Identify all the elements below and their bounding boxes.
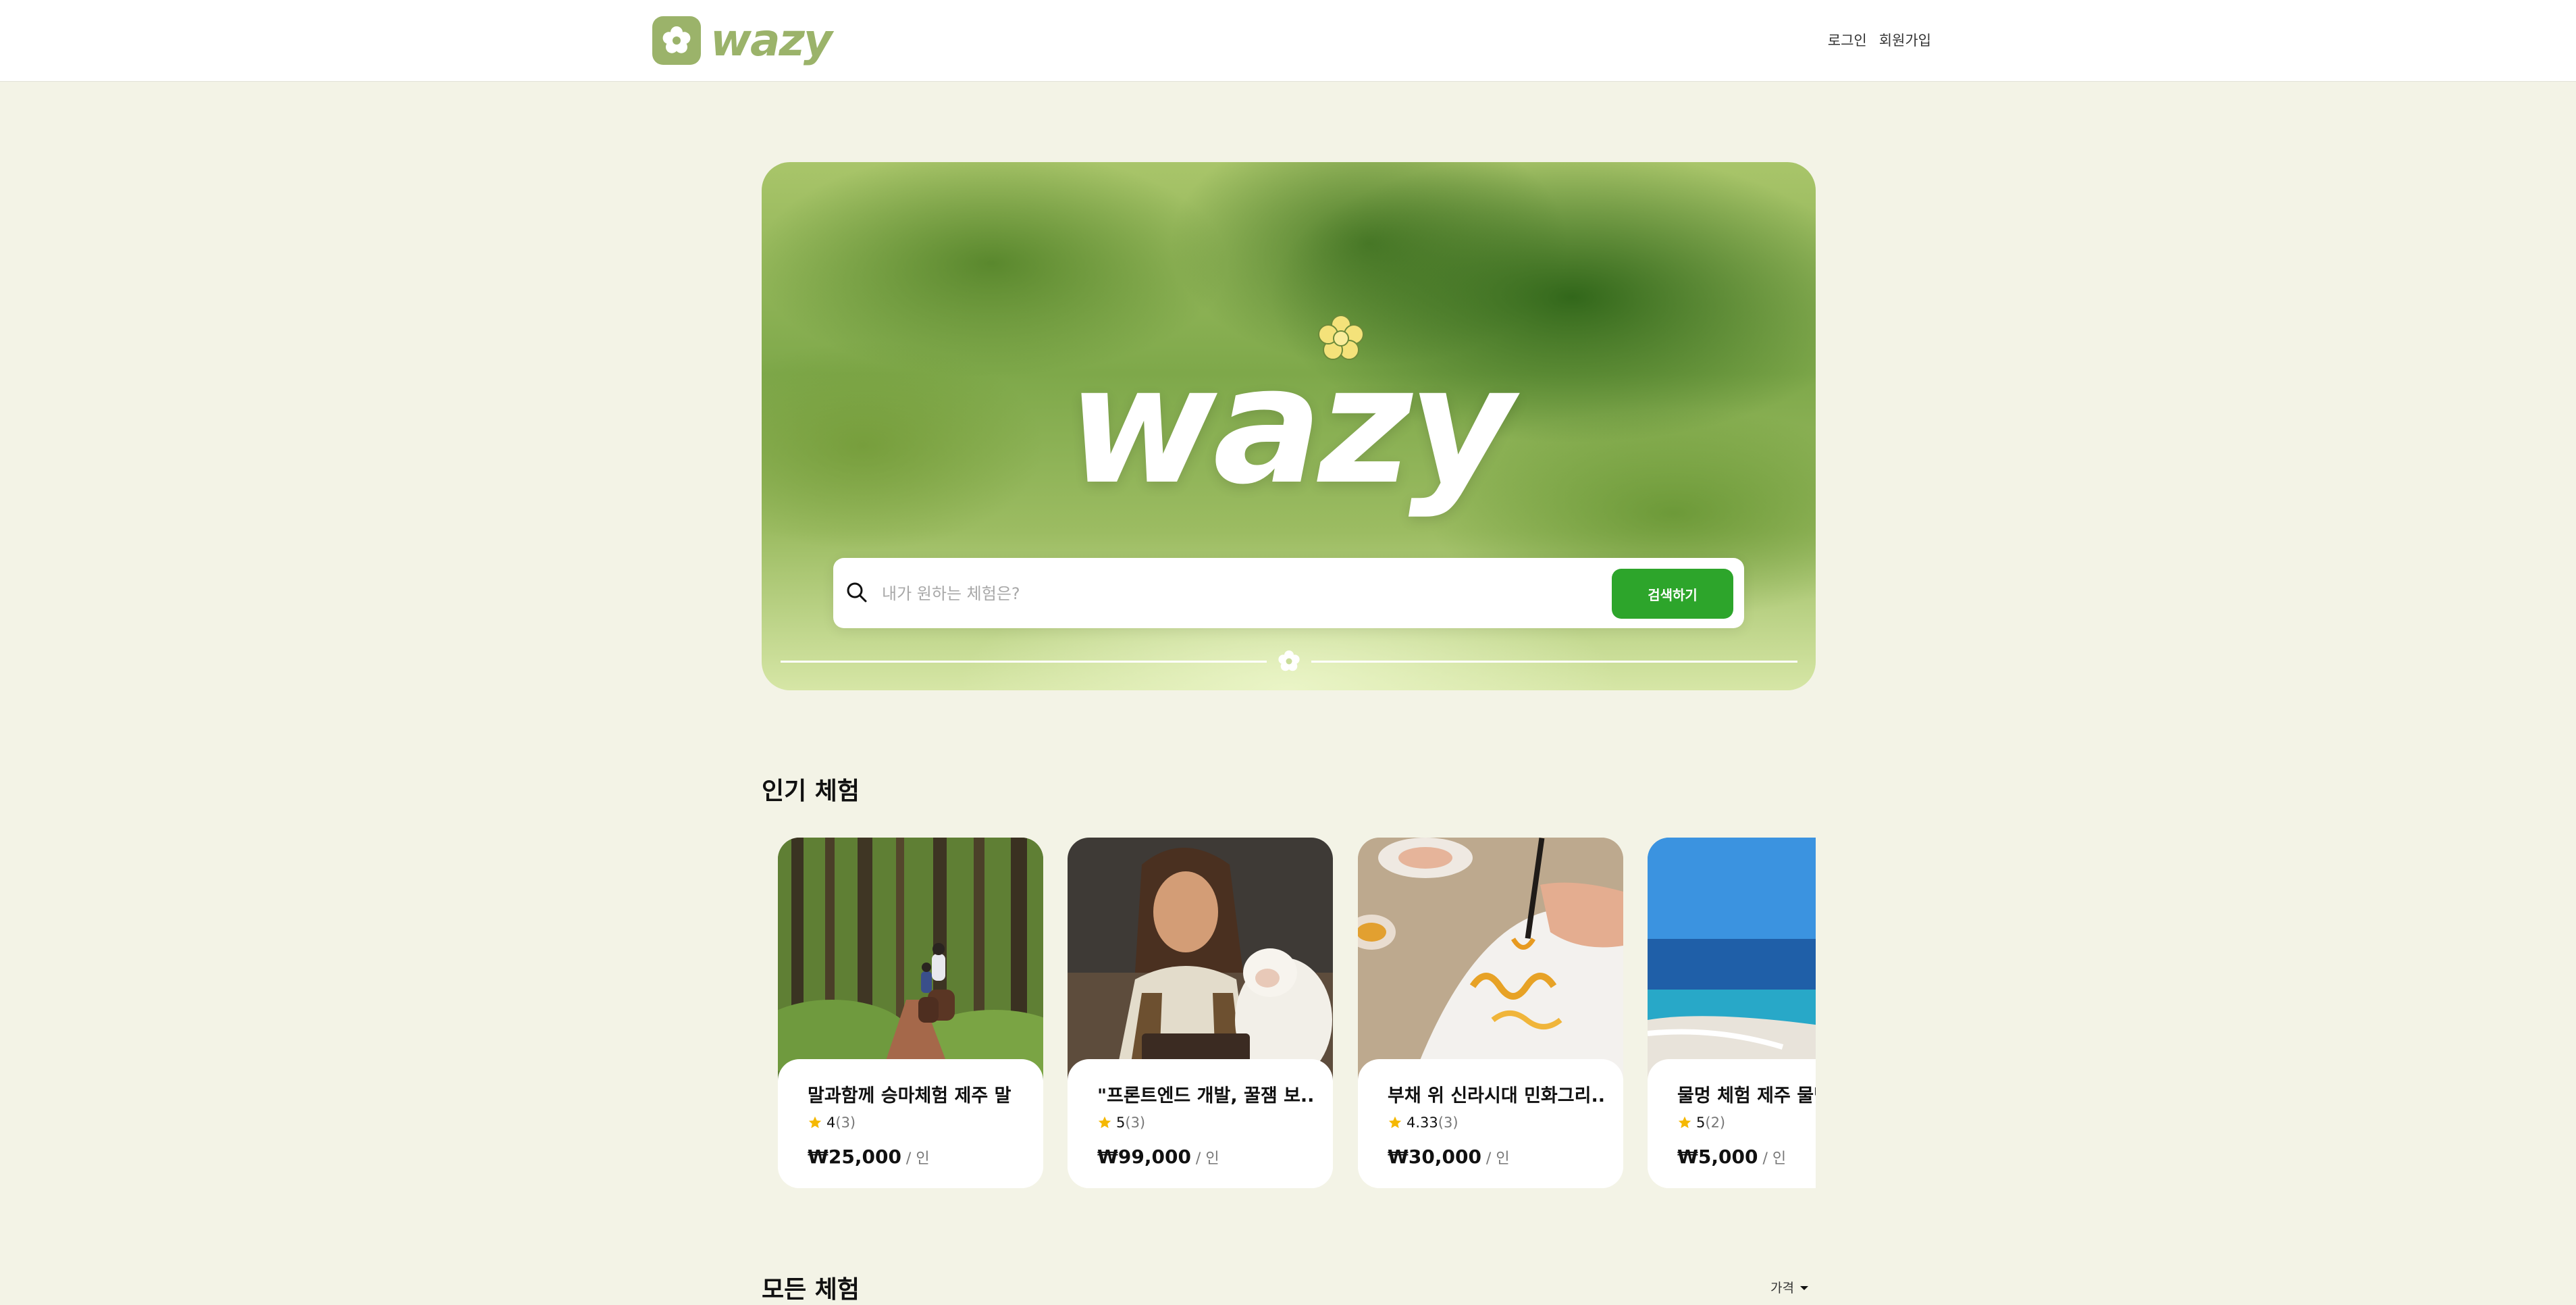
price-unit: / 인	[1190, 1150, 1219, 1167]
price-unit: / 인	[1758, 1150, 1787, 1167]
experience-card[interactable]: 물멍 체험 제주 물멍 5 (2) ₩5,000 / 인	[1648, 838, 1816, 1188]
star-icon	[1388, 1116, 1402, 1129]
card-info: 물멍 체험 제주 물멍 5 (2) ₩5,000 / 인	[1648, 1059, 1816, 1188]
star-icon	[1098, 1116, 1111, 1129]
login-link[interactable]: 로그인	[1828, 30, 1867, 50]
search-button[interactable]: 검색하기	[1612, 569, 1733, 619]
review-count: (2)	[1705, 1115, 1726, 1131]
experience-card[interactable]: 말과함께 승마체험 제주 말 4 (3) ₩25,000 / 인	[778, 838, 1043, 1188]
review-count: (3)	[835, 1115, 856, 1131]
card-rating: 4 (3)	[808, 1115, 856, 1131]
price-value: ₩25,000	[808, 1146, 901, 1168]
developer-illustration-image	[1068, 838, 1333, 1082]
experience-card[interactable]: "프론트엔드 개발, 꿀잼 보... 5 (3) ₩99,000 / 인	[1068, 838, 1333, 1188]
hero-divider-right	[1311, 661, 1797, 663]
card-info: 부채 위 신라시대 민화그리... 4.33 (3) ₩30,000 / 인	[1358, 1059, 1623, 1188]
logo-text: wazy	[710, 14, 833, 66]
fan-painting-image	[1358, 838, 1623, 1081]
experience-card[interactable]: 부채 위 신라시대 민화그리... 4.33 (3) ₩30,000 / 인	[1358, 838, 1623, 1188]
flower-logo-icon	[652, 16, 701, 65]
card-rating: 5 (2)	[1677, 1115, 1725, 1131]
popular-section-title: 인기 체험	[762, 777, 860, 805]
price-value: ₩5,000	[1677, 1146, 1758, 1168]
review-count: (3)	[1438, 1115, 1458, 1131]
price-unit: / 인	[901, 1150, 930, 1167]
hero-banner: wazy 검색하기	[762, 162, 1816, 690]
price-unit: / 인	[1481, 1150, 1510, 1167]
price-value: ₩99,000	[1097, 1146, 1191, 1168]
card-price: ₩30,000 / 인	[1388, 1146, 1510, 1168]
hero-brand-text: wazy	[1067, 331, 1515, 520]
rating-value: 4	[826, 1115, 836, 1131]
signup-link[interactable]: 회원가입	[1879, 30, 1931, 50]
card-rating: 5 (3)	[1097, 1115, 1145, 1131]
star-icon	[1678, 1116, 1691, 1129]
star-icon	[808, 1116, 822, 1129]
price-value: ₩30,000	[1388, 1146, 1481, 1168]
card-price: ₩5,000 / 인	[1677, 1146, 1786, 1168]
ocean-beach-image	[1648, 838, 1816, 1081]
top-header: wazy 로그인 회원가입	[0, 0, 2576, 82]
popular-carousel[interactable]: 말과함께 승마체험 제주 말 4 (3) ₩25,000 / 인 "프론트엔드 …	[762, 838, 1816, 1189]
search-bar: 검색하기	[833, 558, 1744, 628]
sort-label: 가격	[1770, 1281, 1794, 1296]
card-title: 부채 위 신라시대 민화그리...	[1388, 1085, 1604, 1106]
rating-value: 5	[1696, 1115, 1706, 1131]
card-price: ₩99,000 / 인	[1097, 1146, 1219, 1168]
card-title: "프론트엔드 개발, 꿀잼 보...	[1097, 1085, 1313, 1106]
all-section-title: 모든 체험	[762, 1276, 860, 1304]
rating-value: 5	[1116, 1115, 1126, 1131]
card-info: 말과함께 승마체험 제주 말 4 (3) ₩25,000 / 인	[778, 1059, 1043, 1188]
hero-divider-left	[781, 661, 1267, 663]
card-info: "프론트엔드 개발, 꿀잼 보... 5 (3) ₩99,000 / 인	[1068, 1059, 1333, 1188]
sort-dropdown[interactable]: 가격	[1770, 1278, 1809, 1296]
horse-riding-image	[778, 838, 1043, 1084]
card-rating: 4.33 (3)	[1388, 1115, 1458, 1131]
search-input[interactable]	[880, 573, 1572, 615]
search-icon	[845, 581, 868, 607]
review-count: (3)	[1125, 1115, 1146, 1131]
card-price: ₩25,000 / 인	[808, 1146, 930, 1168]
caret-down-icon	[1799, 1280, 1809, 1295]
logo-link[interactable]: wazy	[652, 14, 833, 66]
white-flower-icon	[1278, 650, 1300, 675]
card-title: 말과함께 승마체험 제주 말	[808, 1085, 1011, 1106]
card-title: 물멍 체험 제주 물멍	[1677, 1085, 1816, 1106]
rating-value: 4.33	[1407, 1115, 1438, 1131]
auth-links: 로그인 회원가입	[1828, 30, 1931, 50]
